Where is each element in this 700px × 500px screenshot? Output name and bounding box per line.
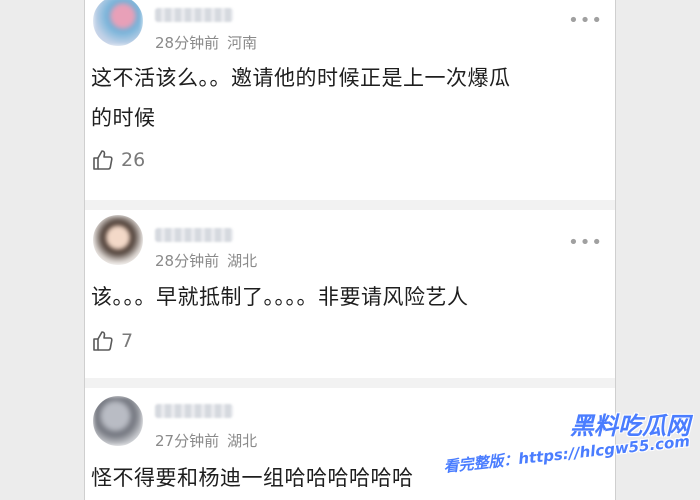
username-blurred[interactable] (155, 404, 233, 418)
more-dots-icon[interactable]: ••• (568, 10, 603, 31)
comment-location: 湖北 (227, 432, 258, 450)
comment-meta: 28分钟前 河南 (155, 32, 265, 53)
more-dots-icon[interactable]: ••• (568, 232, 603, 253)
like-count: 26 (121, 149, 146, 171)
comment-item: 28分钟前 湖北 ••• 该。。。早就抵制了。。。。非要请风险艺人 7 (85, 210, 615, 380)
avatar[interactable] (93, 0, 143, 46)
comment-text-line: 这不活该么。。邀请他的时候正是上一次爆瓜 (91, 66, 511, 90)
comment-text: 这不活该么。。邀请他的时候正是上一次爆瓜 的时候 (91, 58, 601, 138)
comment-meta: 27分钟前 湖北 (155, 430, 265, 451)
comment-text: 该。。。早就抵制了。。。。非要请风险艺人 (91, 277, 601, 317)
avatar[interactable] (93, 396, 143, 446)
comment-meta: 28分钟前 湖北 (155, 250, 265, 271)
like-button[interactable]: 26 (91, 148, 145, 172)
divider (85, 378, 615, 388)
username-blurred[interactable] (155, 228, 233, 242)
comment-location: 河南 (227, 34, 258, 52)
comment-time: 27分钟前 (155, 432, 220, 450)
like-button[interactable]: 7 (91, 329, 133, 353)
thumbs-up-icon (93, 331, 113, 351)
comment-item: 28分钟前 河南 ••• 这不活该么。。邀请他的时候正是上一次爆瓜 的时候 26 (85, 0, 615, 205)
comment-text-line: 的时候 (91, 106, 156, 130)
watermark: 黑料吃瓜网 看完整版：https://hlcgw55.com (442, 406, 690, 476)
divider (85, 200, 615, 210)
avatar[interactable] (93, 215, 143, 265)
comment-time: 28分钟前 (155, 252, 220, 270)
thumbs-up-icon (93, 150, 113, 170)
like-count: 7 (121, 330, 134, 352)
comment-location: 湖北 (227, 252, 258, 270)
username-blurred[interactable] (155, 8, 233, 22)
comment-time: 28分钟前 (155, 34, 220, 52)
comment-text-line: 该。。。早就抵制了。。。。非要请风险艺人 (91, 285, 469, 309)
